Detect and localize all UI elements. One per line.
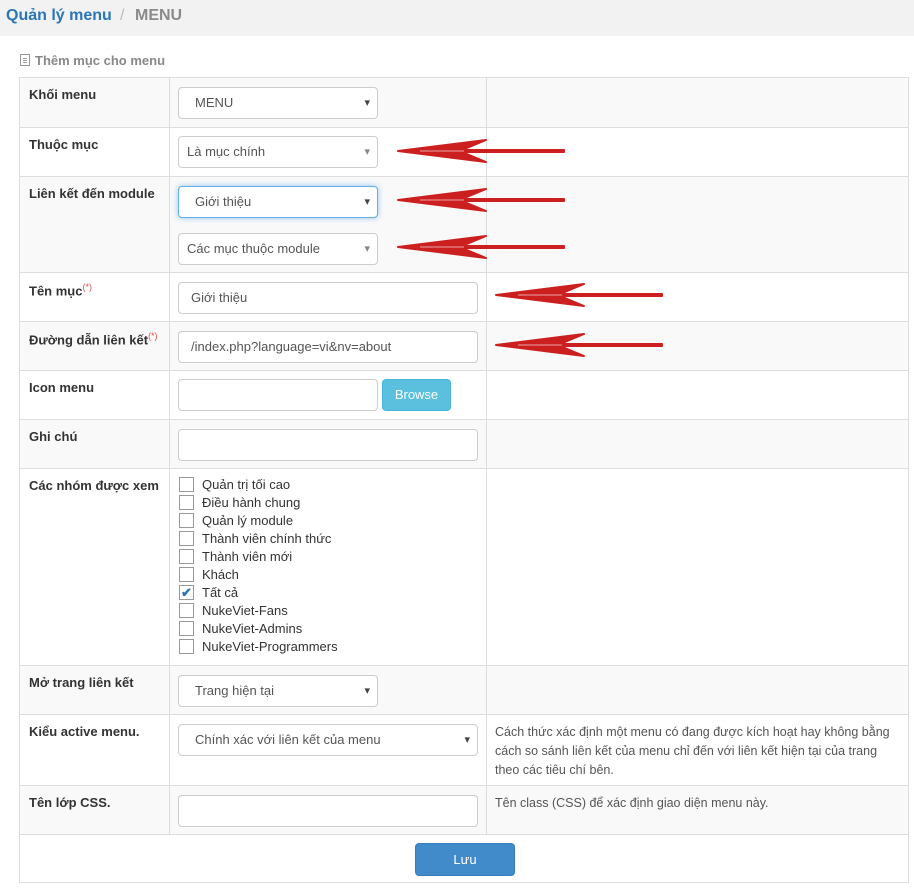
title-input[interactable]: Giới thiệu xyxy=(178,282,478,314)
groups-checkbox-list: Quản trị tối cao Điều hành chung Quản lý… xyxy=(179,477,338,657)
css-class-input[interactable] xyxy=(178,795,478,827)
link-input[interactable]: /index.php?language=vi&nv=about xyxy=(178,331,478,363)
menu-block-label: Khối menu xyxy=(29,87,97,102)
title-label: Tên mục(*) xyxy=(29,282,92,299)
parent-select[interactable]: Là mục chính xyxy=(178,136,378,168)
checkbox[interactable] xyxy=(179,621,194,637)
group-option[interactable]: Khách xyxy=(179,567,338,585)
active-type-label: Kiểu active menu. xyxy=(29,724,140,739)
row-title: Tên mục(*) Giới thiệu xyxy=(20,272,908,321)
breadcrumb-manage-menu[interactable]: Quản lý menu xyxy=(6,7,112,25)
group-option[interactable]: NukeViet-Programmers xyxy=(179,639,338,657)
module-items-select[interactable]: Các mục thuộc module xyxy=(178,233,378,265)
annotation-arrow xyxy=(495,283,663,307)
document-icon xyxy=(20,54,30,66)
menu-block-select[interactable]: MENU xyxy=(178,87,378,119)
save-button[interactable]: Lưu xyxy=(415,843,515,876)
group-option[interactable]: Thành viên mới xyxy=(179,549,338,567)
check-icon: ✔ xyxy=(181,585,192,601)
note-input[interactable] xyxy=(178,429,478,461)
group-option[interactable]: ✔ Tất cả xyxy=(179,585,338,603)
row-css-class: Tên lớp CSS. Tên class (CSS) để xác định… xyxy=(20,785,908,834)
row-target: Mở trang liên kết Trang hiện tại xyxy=(20,665,908,714)
css-class-label: Tên lớp CSS. xyxy=(29,795,111,810)
target-select[interactable]: Trang hiện tại xyxy=(178,675,378,707)
group-option[interactable]: Điều hành chung xyxy=(179,495,338,513)
row-groups: Các nhóm được xem Quản trị tối cao Điều … xyxy=(20,468,908,665)
parent-label: Thuộc mục xyxy=(29,137,99,152)
note-label: Ghi chú xyxy=(29,429,78,444)
checkbox[interactable] xyxy=(179,495,194,511)
link-label: Đường dẫn liên kết(*) xyxy=(29,331,158,348)
checkbox[interactable] xyxy=(179,477,194,493)
required-mark: (*) xyxy=(82,282,92,292)
group-option[interactable]: NukeViet-Fans xyxy=(179,603,338,621)
checkbox[interactable] xyxy=(179,603,194,619)
target-label: Mở trang liên kết xyxy=(29,675,134,690)
checkbox[interactable] xyxy=(179,639,194,655)
active-type-help: Cách thức xác định một menu có đang được… xyxy=(495,725,890,777)
group-option[interactable]: Quản trị tối cao xyxy=(179,477,338,495)
required-mark: (*) xyxy=(148,331,158,341)
row-icon: Icon menu Browse xyxy=(20,370,908,419)
annotation-arrow xyxy=(397,188,565,212)
css-class-help: Tên class (CSS) để xác định giao diện me… xyxy=(495,796,769,810)
row-link: Đường dẫn liên kết(*) /index.php?languag… xyxy=(20,321,908,370)
group-option[interactable]: Quản lý module xyxy=(179,513,338,531)
group-option[interactable]: NukeViet-Admins xyxy=(179,621,338,639)
checkbox[interactable] xyxy=(179,549,194,565)
breadcrumb-current: MENU xyxy=(135,7,183,24)
icon-input[interactable] xyxy=(178,379,378,411)
panel-title: Thêm mục cho menu xyxy=(20,53,165,68)
annotation-arrow xyxy=(397,235,565,259)
groups-label: Các nhóm được xem xyxy=(29,478,159,493)
group-option[interactable]: Thành viên chính thức xyxy=(179,531,338,549)
checkbox[interactable] xyxy=(179,513,194,529)
annotation-arrow xyxy=(495,333,663,357)
browse-button[interactable]: Browse xyxy=(382,379,451,411)
module-select[interactable]: Giới thiệu xyxy=(178,186,378,218)
annotation-arrow xyxy=(397,139,565,163)
row-menu-block: Khối menu MENU xyxy=(20,78,908,127)
active-type-select[interactable]: Chính xác với liên kết của menu xyxy=(178,724,478,756)
checkbox[interactable] xyxy=(179,531,194,547)
breadcrumb-separator: / xyxy=(120,7,125,24)
row-submit: Lưu xyxy=(20,834,908,883)
row-note: Ghi chú xyxy=(20,419,908,468)
breadcrumb: Quản lý menu / MENU xyxy=(0,0,914,36)
module-label: Liên kết đến module xyxy=(29,186,155,201)
row-active-type: Kiểu active menu. Chính xác với liên kết… xyxy=(20,714,908,785)
checkbox[interactable] xyxy=(179,567,194,583)
panel-title-text: Thêm mục cho menu xyxy=(35,53,166,68)
checkbox-checked[interactable]: ✔ xyxy=(179,585,194,601)
icon-label: Icon menu xyxy=(29,380,95,395)
